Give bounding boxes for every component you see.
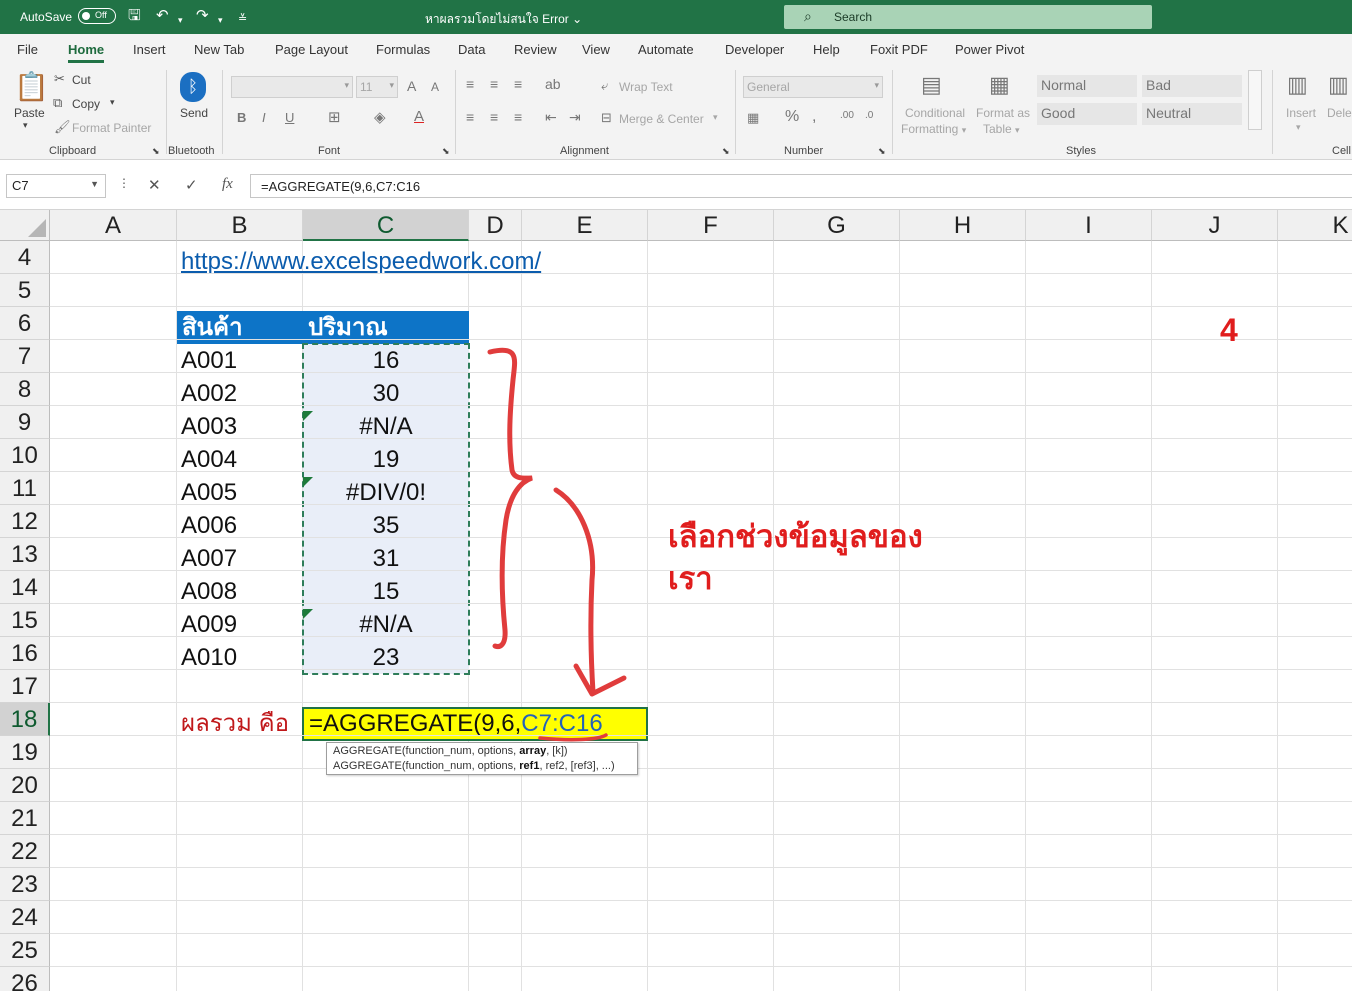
- arrow-head-annotation: [573, 663, 627, 697]
- range-underline-annotation: [538, 733, 608, 742]
- arrow-annotation: [553, 487, 596, 695]
- brace-annotation: [487, 347, 533, 650]
- annotation-drawings: [487, 347, 627, 742]
